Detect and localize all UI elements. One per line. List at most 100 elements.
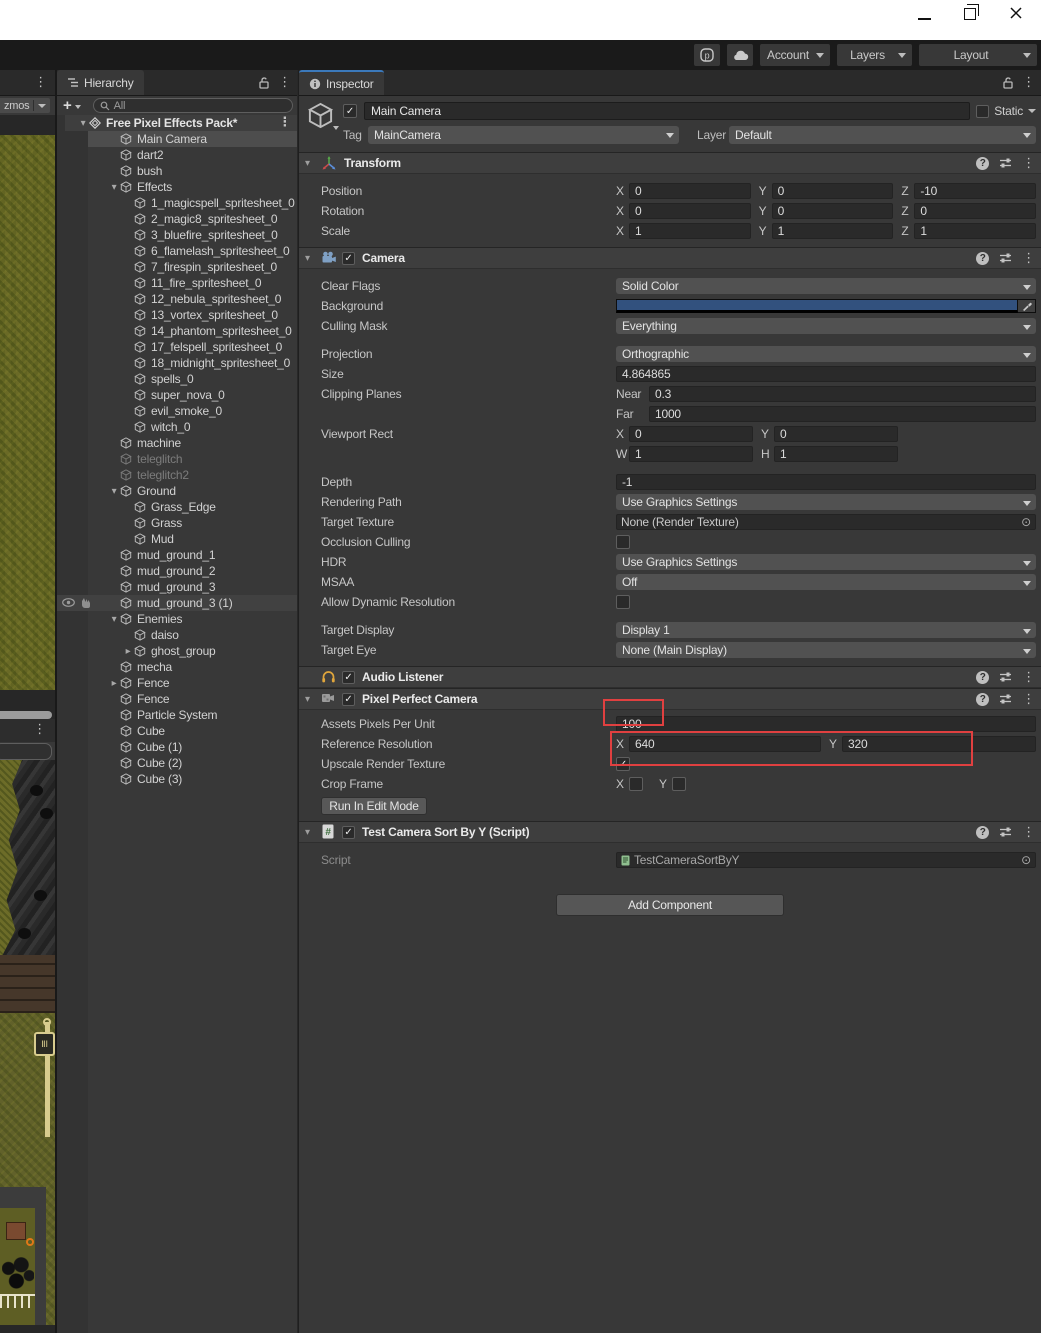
occlusion-culling-checkbox[interactable] <box>616 535 630 549</box>
script-component-header[interactable]: ▾ # Test Camera Sort By Y (Script) ? ⋮ <box>299 821 1041 843</box>
hierarchy-item[interactable]: Fence <box>88 691 297 707</box>
presets-icon[interactable] <box>999 252 1012 264</box>
viewport-w-field[interactable]: 1 <box>629 446 753 462</box>
background-color-swatch[interactable] <box>616 299 1018 313</box>
hierarchy-item[interactable]: witch_0 <box>88 419 297 435</box>
hierarchy-item[interactable]: 6_flamelash_spritesheet_0 <box>88 243 297 259</box>
foldout-open-icon[interactable]: ▾ <box>305 253 316 264</box>
hierarchy-item[interactable]: mud_ground_1 <box>88 547 297 563</box>
script-enabled-checkbox[interactable] <box>342 826 355 839</box>
target-texture-field[interactable]: None (Render Texture)⊙ <box>616 514 1036 530</box>
crop-frame-y-checkbox[interactable] <box>672 777 686 791</box>
help-icon[interactable]: ? <box>976 252 989 265</box>
hierarchy-item[interactable]: 3_bluefire_spritesheet_0 <box>88 227 297 243</box>
foldout-down-icon[interactable]: ▾ <box>108 182 120 193</box>
help-icon[interactable]: ? <box>976 157 989 170</box>
crop-frame-x-checkbox[interactable] <box>629 777 643 791</box>
unlock-icon[interactable] <box>1003 77 1013 89</box>
viewport-x-field[interactable]: 0 <box>629 426 753 442</box>
foldout-open-icon[interactable]: ▾ <box>305 158 316 169</box>
rotation-z-field[interactable]: 0 <box>914 203 1036 219</box>
hierarchy-item[interactable]: 12_nebula_spritesheet_0 <box>88 291 297 307</box>
unlock-icon[interactable] <box>259 77 269 89</box>
gizmos-dropdown-partial[interactable]: zmos <box>0 98 50 113</box>
eye-icon[interactable] <box>62 597 75 608</box>
foldout-open-icon[interactable]: ▾ <box>305 694 316 705</box>
position-z-field[interactable]: -10 <box>914 183 1036 199</box>
layout-dropdown[interactable]: Layout <box>919 44 1037 66</box>
hierarchy-item[interactable]: Main Camera <box>88 131 297 147</box>
hierarchy-item[interactable]: dart2 <box>88 147 297 163</box>
layer-dropdown[interactable]: Default <box>729 126 1036 144</box>
clear-flags-dropdown[interactable]: Solid Color <box>616 278 1036 294</box>
allow-dynamic-resolution-checkbox[interactable] <box>616 595 630 609</box>
run-in-edit-mode-button[interactable]: Run In Edit Mode <box>321 797 427 815</box>
static-checkbox[interactable] <box>976 105 989 118</box>
hierarchy-item[interactable]: Grass <box>88 515 297 531</box>
foldout-right-icon[interactable]: ▸ <box>108 678 120 689</box>
hierarchy-item[interactable]: mud_ground_2 <box>88 563 297 579</box>
eyedropper-icon[interactable] <box>1018 299 1036 313</box>
gameobject-name-field[interactable]: Main Camera <box>364 102 970 120</box>
kebab-menu-icon[interactable]: ⋮ <box>278 116 291 129</box>
camera-header[interactable]: ▾ Camera ? ⋮ <box>299 247 1041 269</box>
hdr-dropdown[interactable]: Use Graphics Settings <box>616 554 1036 570</box>
near-field[interactable]: 0.3 <box>649 386 1036 402</box>
hierarchy-item[interactable]: daiso <box>88 627 297 643</box>
pixel-perfect-camera-header[interactable]: ▾ Pixel Perfect Camera ? ⋮ <box>299 688 1041 710</box>
kebab-menu-icon[interactable]: ⋮ <box>278 76 291 89</box>
foldout-open-icon[interactable]: ▾ <box>77 118 89 129</box>
audio-listener-enabled-checkbox[interactable] <box>342 671 355 684</box>
hierarchy-item[interactable]: Particle System <box>88 707 297 723</box>
foldout-open-icon[interactable]: ▾ <box>305 827 316 838</box>
scale-y-field[interactable]: 1 <box>772 223 894 239</box>
kebab-menu-icon[interactable]: ⋮ <box>33 723 46 736</box>
close-icon[interactable] <box>1009 6 1023 20</box>
hierarchy-item[interactable]: ▸Fence <box>88 675 297 691</box>
hierarchy-item[interactable]: mecha <box>88 659 297 675</box>
size-field[interactable]: 4.864865 <box>616 366 1036 382</box>
foldout-down-icon[interactable]: ▾ <box>108 486 120 497</box>
pick-icon[interactable] <box>80 597 92 608</box>
hierarchy-item[interactable]: evil_smoke_0 <box>88 403 297 419</box>
hierarchy-item[interactable]: ▾Enemies <box>88 611 297 627</box>
hierarchy-item[interactable]: 11_fire_spritesheet_0 <box>88 275 297 291</box>
version-control-button[interactable]: p <box>694 44 720 66</box>
kebab-menu-icon[interactable]: ⋮ <box>1022 693 1035 706</box>
hierarchy-item[interactable]: machine <box>88 435 297 451</box>
audio-listener-header[interactable]: Audio Listener ? ⋮ <box>299 666 1041 688</box>
depth-field[interactable]: -1 <box>616 474 1036 490</box>
help-icon[interactable]: ? <box>976 671 989 684</box>
rotation-y-field[interactable]: 0 <box>772 203 894 219</box>
hierarchy-item[interactable]: teleglitch2 <box>88 467 297 483</box>
chevron-down-icon[interactable] <box>333 126 339 130</box>
target-display-dropdown[interactable]: Display 1 <box>616 622 1036 638</box>
assets-pixels-per-unit-field[interactable]: 100 <box>616 716 1036 732</box>
hierarchy-item[interactable]: Cube (3) <box>88 771 297 787</box>
hierarchy-search-input[interactable]: All <box>93 98 293 113</box>
cloud-services-button[interactable] <box>727 44 753 66</box>
create-object-button[interactable]: + <box>63 99 72 113</box>
kebab-menu-icon[interactable]: ⋮ <box>1022 157 1035 170</box>
scale-z-field[interactable]: 1 <box>914 223 1036 239</box>
culling-mask-dropdown[interactable]: Everything <box>616 318 1036 334</box>
script-field[interactable]: TestCameraSortByY ⊙ <box>616 852 1036 868</box>
object-picker-icon[interactable]: ⊙ <box>1021 515 1031 529</box>
hierarchy-item[interactable]: super_nova_0 <box>88 387 297 403</box>
chevron-down-icon[interactable] <box>1028 109 1036 113</box>
scale-x-field[interactable]: 1 <box>629 223 751 239</box>
foldout-right-icon[interactable]: ▸ <box>122 646 134 657</box>
viewport-h-field[interactable]: 1 <box>774 446 898 462</box>
transform-header[interactable]: ▾ Transform ? ⋮ <box>299 152 1041 174</box>
hierarchy-item[interactable]: mud_ground_3 <box>88 579 297 595</box>
tab-hierarchy[interactable]: Hierarchy <box>57 70 144 95</box>
kebab-menu-icon[interactable]: ⋮ <box>1022 826 1035 839</box>
projection-dropdown[interactable]: Orthographic <box>616 346 1036 362</box>
rotation-x-field[interactable]: 0 <box>629 203 751 219</box>
restore-icon[interactable] <box>964 8 976 20</box>
hierarchy-item[interactable]: 2_magic8_spritesheet_0 <box>88 211 297 227</box>
kebab-menu-icon[interactable]: ⋮ <box>1022 252 1035 265</box>
chevron-down-icon[interactable] <box>75 105 81 109</box>
foldout-down-icon[interactable]: ▾ <box>108 614 120 625</box>
rendering-path-dropdown[interactable]: Use Graphics Settings <box>616 494 1036 510</box>
